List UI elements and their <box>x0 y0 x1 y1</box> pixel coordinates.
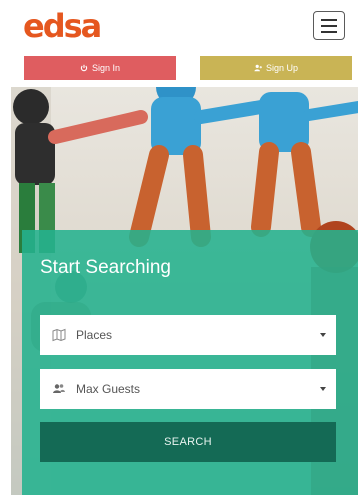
power-icon <box>80 64 88 72</box>
search-panel: Start Searching Places Max Guests SEARCH <box>22 230 358 495</box>
places-value: Places <box>76 328 113 342</box>
sign-in-label: Sign In <box>91 63 121 73</box>
search-title: Start Searching <box>40 257 171 278</box>
search-button[interactable]: SEARCH <box>40 422 336 462</box>
sign-up-button[interactable]: Sign Up <box>200 56 352 80</box>
max-guests-select[interactable]: Max Guests <box>40 369 336 409</box>
map-icon <box>52 328 66 342</box>
sign-in-button[interactable]: Sign In <box>24 56 176 80</box>
max-guests-value: Max Guests <box>76 382 141 396</box>
user-plus-icon <box>254 64 262 72</box>
search-button-label: SEARCH <box>164 436 212 448</box>
hamburger-icon <box>321 19 337 21</box>
places-select[interactable]: Places <box>40 315 336 355</box>
sign-up-label: Sign Up <box>265 63 299 73</box>
site-header: edsa <box>0 0 358 52</box>
chevron-down-icon <box>320 387 326 391</box>
chevron-down-icon <box>320 333 326 337</box>
hamburger-menu-button[interactable] <box>313 11 345 40</box>
edsa-logo[interactable]: edsa <box>23 6 102 46</box>
users-icon <box>52 382 66 396</box>
